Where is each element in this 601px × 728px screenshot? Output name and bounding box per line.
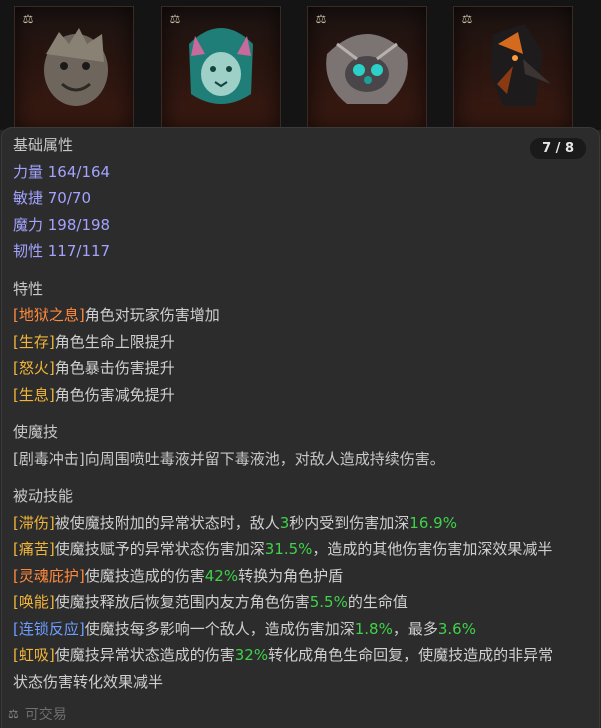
passive-skill-line: [唤能]使魔技释放后恢复范围内友方角色伤害5.5%的生命值	[13, 589, 583, 616]
passive-text: 秒内受到伤害加深	[289, 513, 410, 532]
feline-spirit-portrait-icon	[189, 28, 253, 104]
spider-creature-portrait-icon	[326, 34, 408, 104]
passive-text: 使魔技造成的伤害	[84, 566, 205, 585]
passive-number: 3	[279, 513, 290, 532]
passive-text: ，造成的其他伤害伤害加深效果减半	[312, 540, 553, 558]
dragon-portrait-icon	[44, 28, 108, 106]
stat-magic: 魔力 198/198	[13, 215, 111, 234]
passive-skill-line: [痛苦]使魔技赋予的异常状态伤害加深31.5%，造成的其他伤害伤害加深效果减半	[13, 536, 583, 563]
passive-number: 16.9%	[409, 513, 457, 532]
trait-text: 角色伤害减免提升	[54, 385, 175, 404]
stat-agility: 敏捷 70/70	[13, 189, 91, 207]
passive-tag: [灵魂庇护]	[13, 566, 85, 585]
passive-number: 5.5%	[309, 593, 348, 611]
trait-line: [生存]角色生命上限提升	[13, 329, 583, 356]
passive-text: 使魔技异常状态造成的伤害	[54, 646, 235, 664]
trait-text: 角色生命上限提升	[54, 332, 175, 351]
pet-card-4[interactable]: ⚖	[453, 6, 573, 130]
pet-detail-tooltip: 7 / 8 基础属性 力量 164/164 敏捷 70/70 魔力 198/19…	[2, 128, 599, 728]
trait-text: 角色对玩家伤害增加	[84, 306, 220, 324]
passive-skills-title: 被动技能	[13, 487, 74, 505]
passive-skill-continuation: 状态伤害转化效果减半	[13, 672, 164, 691]
trait-tag: [地狱之息]	[13, 306, 85, 324]
passive-text: 使魔技赋予的异常状态伤害加深	[54, 540, 265, 558]
passive-tag: [连锁反应]	[13, 619, 85, 638]
pet-card-strip: ⚖ ⚖ ⚖ ⚖	[0, 0, 601, 130]
trait-tag: [怒火]	[13, 359, 55, 377]
passive-text: 转化成角色生命回复，使魔技造成的非异常	[268, 646, 554, 664]
passive-text: 的生命值	[347, 593, 408, 611]
trade-scale-icon: ⚖	[8, 707, 19, 721]
passive-skill-line: [连锁反应]使魔技每多影响一个敌人，造成伤害加深1.8%，最多3.6%	[13, 616, 583, 643]
passive-tag: [唤能]	[13, 593, 55, 611]
demon-skill-description: [剧毒冲击]向周围喷吐毒液并留下毒液池，对敌人造成持续伤害。	[13, 449, 445, 468]
trait-tag: [生息]	[13, 385, 55, 404]
passive-skill-line: [虹吸]使魔技异常状态造成的伤害32%转化成角色生命回复，使魔技造成的非异常	[13, 642, 583, 669]
trait-line: [地狱之息]角色对玩家伤害增加	[13, 302, 583, 329]
passive-text: 转换为角色护盾	[238, 566, 344, 585]
passive-number: 3.6%	[437, 619, 476, 638]
stat-toughness: 韧性 117/117	[13, 242, 111, 260]
base-attributes-title: 基础属性	[13, 136, 74, 154]
tradable-label: 可交易	[24, 707, 67, 723]
stat-strength: 力量 164/164	[13, 162, 111, 181]
trait-line: [怒火]角色暴击伤害提升	[13, 355, 583, 382]
pet-card-2[interactable]: ⚖	[161, 6, 281, 130]
trait-line: [生息]角色伤害减免提升	[13, 382, 583, 409]
passive-text: 使魔技每多影响一个敌人，造成伤害加深	[84, 619, 355, 638]
passive-tag: [滞伤]	[13, 513, 55, 532]
passive-number: 32%	[234, 646, 269, 664]
shadow-bird-portrait-icon	[491, 24, 551, 106]
pet-card-1[interactable]: ⚖	[14, 6, 134, 130]
tooltip-content: 基础属性 力量 164/164 敏捷 70/70 魔力 198/198 韧性 1…	[13, 132, 583, 695]
passive-tag: [痛苦]	[13, 540, 55, 558]
trait-tag: [生存]	[13, 332, 55, 351]
passive-number: 1.8%	[354, 619, 393, 638]
passive-text: 使魔技释放后恢复范围内友方角色伤害	[54, 593, 310, 611]
passive-text: 被使魔技附加的异常状态时，敌人	[54, 513, 280, 532]
passive-number: 42%	[204, 566, 239, 585]
passive-text: ，最多	[392, 619, 438, 638]
passive-skill-line: [滞伤]被使魔技附加的异常状态时，敌人3秒内受到伤害加深16.9%	[13, 510, 583, 537]
passive-skill-line: [灵魂庇护]使魔技造成的伤害42%转换为角色护盾	[13, 563, 583, 590]
traits-title: 特性	[13, 279, 44, 298]
passive-tag: [虹吸]	[13, 646, 55, 664]
demon-skill-title: 使魔技	[13, 423, 59, 441]
trait-text: 角色暴击伤害提升	[54, 359, 175, 377]
tradable-status: ⚖ 可交易	[8, 704, 67, 724]
passive-number: 31.5%	[264, 540, 313, 558]
pet-card-3[interactable]: ⚖	[307, 6, 427, 130]
